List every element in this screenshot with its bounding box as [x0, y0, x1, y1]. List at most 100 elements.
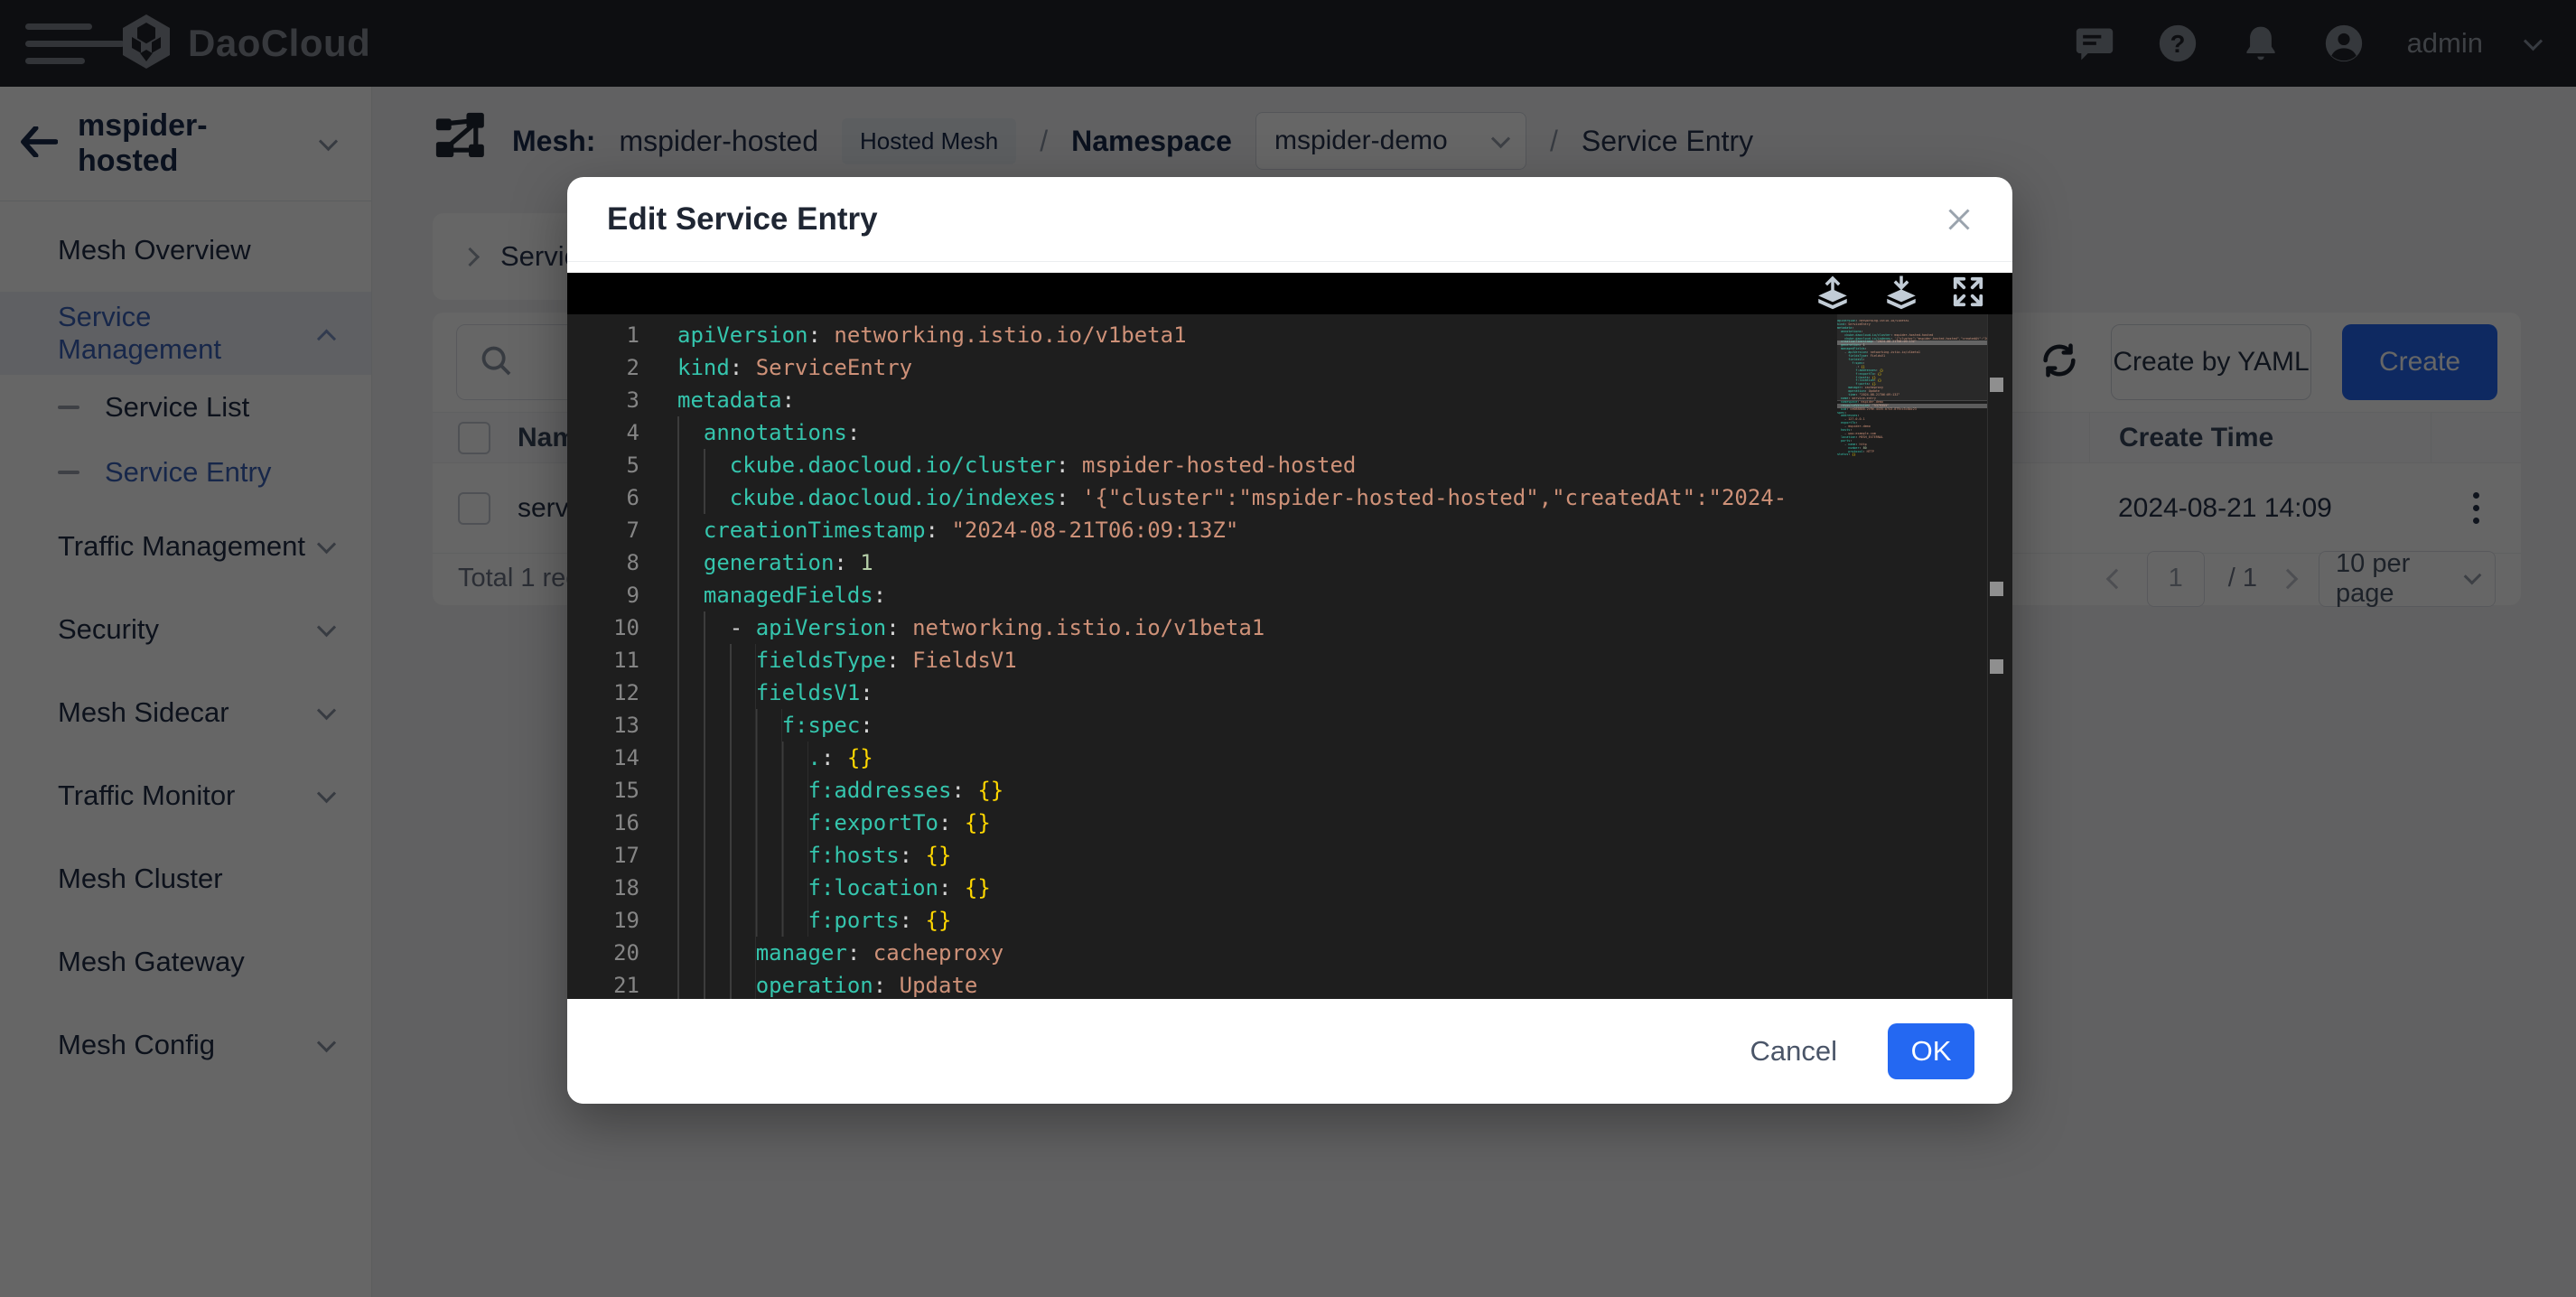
code-line: 12 fieldsV1:	[567, 676, 1837, 709]
line-number: 13	[567, 709, 677, 742]
code-line: 18 f:location: {}	[567, 872, 1837, 904]
code-text: manager: cacheproxy	[677, 937, 1003, 969]
close-icon[interactable]	[1946, 206, 1973, 233]
code-text: f:location: {}	[677, 872, 991, 904]
code-line: 17 f:hosts: {}	[567, 839, 1837, 872]
code-text: ckube.daocloud.io/indexes: '{"cluster":"…	[677, 481, 1787, 514]
line-number: 19	[567, 904, 677, 937]
code-text: f:hosts: {}	[677, 839, 951, 872]
indent-guide	[677, 644, 756, 676]
line-number: 20	[567, 937, 677, 969]
line-number: 4	[567, 416, 677, 449]
code-line: 20 manager: cacheproxy	[567, 937, 1837, 969]
minimap[interactable]: apiVersion: networking.istio.io/v1beta1k…	[1837, 320, 1987, 994]
line-number: 17	[567, 839, 677, 872]
line-number: 6	[567, 481, 677, 514]
line-number: 3	[567, 384, 677, 416]
code-text: creationTimestamp: "2024-08-21T06:09:13Z…	[677, 514, 1238, 546]
code-text: managedFields:	[677, 579, 886, 611]
code-line: 21 operation: Update	[567, 969, 1837, 999]
code-text: kind: ServiceEntry	[677, 351, 912, 384]
line-number: 10	[567, 611, 677, 644]
indent-guide	[677, 807, 808, 839]
indent-guide	[677, 774, 808, 807]
code-line: 8 generation: 1	[567, 546, 1837, 579]
code-line: 14 .: {}	[567, 742, 1837, 774]
indent-guide	[677, 416, 704, 449]
code-text: operation: Update	[677, 969, 977, 999]
minimap-highlight	[1837, 341, 1987, 345]
line-number: 2	[567, 351, 677, 384]
code-text: f:ports: {}	[677, 904, 951, 937]
line-number: 8	[567, 546, 677, 579]
indent-guide	[677, 546, 704, 579]
line-number: 5	[567, 449, 677, 481]
download-icon[interactable]	[1882, 274, 1920, 314]
scrollbar-mark	[1990, 378, 2003, 392]
editor-toolbar	[567, 273, 2012, 314]
line-number: 7	[567, 514, 677, 546]
line-number: 1	[567, 319, 677, 351]
yaml-editor[interactable]: 1apiVersion: networking.istio.io/v1beta1…	[567, 314, 2012, 999]
modal-title: Edit Service Entry	[607, 201, 878, 238]
indent-guide	[677, 839, 808, 872]
code-text: ckube.daocloud.io/cluster: mspider-hoste…	[677, 449, 1356, 481]
editor-scrollbar[interactable]	[1987, 314, 2012, 999]
edit-service-entry-modal: Edit Service Entry 1apiVersion: networki…	[567, 177, 2012, 1104]
indent-guide	[677, 937, 756, 969]
minimap-slider[interactable]	[1837, 314, 1987, 401]
editor-lines: 1apiVersion: networking.istio.io/v1beta1…	[567, 319, 1837, 999]
indent-guide	[677, 514, 704, 546]
code-text: metadata:	[677, 384, 795, 416]
line-number: 14	[567, 742, 677, 774]
line-number: 11	[567, 644, 677, 676]
minimap-highlight	[1837, 404, 1987, 408]
scrollbar-mark	[1990, 582, 2003, 596]
indent-guide	[677, 611, 730, 644]
code-text: f:exportTo: {}	[677, 807, 991, 839]
indent-guide	[677, 742, 808, 774]
code-line: 19 f:ports: {}	[567, 904, 1837, 937]
scrollbar-mark	[1990, 659, 2003, 674]
code-text: apiVersion: networking.istio.io/v1beta1	[677, 319, 1187, 351]
code-line: 15 f:addresses: {}	[567, 774, 1837, 807]
code-line: 2kind: ServiceEntry	[567, 351, 1837, 384]
ok-button[interactable]: OK	[1888, 1023, 1974, 1079]
fullscreen-icon[interactable]	[1951, 275, 1985, 313]
line-number: 16	[567, 807, 677, 839]
code-text: fieldsV1:	[677, 676, 873, 709]
minimap-line: status: {}	[1837, 453, 1987, 457]
indent-guide	[677, 676, 756, 709]
line-number: 21	[567, 969, 677, 999]
indent-guide	[677, 449, 730, 481]
code-text: f:spec:	[677, 709, 873, 742]
indent-guide	[677, 872, 808, 904]
code-line: 9 managedFields:	[567, 579, 1837, 611]
line-number: 15	[567, 774, 677, 807]
line-number: 12	[567, 676, 677, 709]
line-number: 9	[567, 579, 677, 611]
code-line: 1apiVersion: networking.istio.io/v1beta1	[567, 319, 1837, 351]
indent-guide	[677, 709, 782, 742]
code-line: 13 f:spec:	[567, 709, 1837, 742]
code-text: annotations:	[677, 416, 860, 449]
code-line: 5 ckube.daocloud.io/cluster: mspider-hos…	[567, 449, 1837, 481]
indent-guide	[677, 904, 808, 937]
indent-guide	[677, 481, 730, 514]
cancel-button[interactable]: Cancel	[1750, 1035, 1838, 1068]
code-line: 7 creationTimestamp: "2024-08-21T06:09:1…	[567, 514, 1837, 546]
code-text: fieldsType: FieldsV1	[677, 644, 1017, 676]
indent-guide	[677, 579, 704, 611]
code-line: 6 ckube.daocloud.io/indexes: '{"cluster"…	[567, 481, 1837, 514]
code-line: 10 - apiVersion: networking.istio.io/v1b…	[567, 611, 1837, 644]
code-text: .: {}	[677, 742, 873, 774]
code-text: generation: 1	[677, 546, 873, 579]
code-text: f:addresses: {}	[677, 774, 1003, 807]
code-line: 16 f:exportTo: {}	[567, 807, 1837, 839]
code-line: 11 fieldsType: FieldsV1	[567, 644, 1837, 676]
upload-icon[interactable]	[1814, 274, 1852, 314]
line-number: 18	[567, 872, 677, 904]
code-text: - apiVersion: networking.istio.io/v1beta…	[677, 611, 1265, 644]
code-line: 3metadata:	[567, 384, 1837, 416]
code-line: 4 annotations:	[567, 416, 1837, 449]
